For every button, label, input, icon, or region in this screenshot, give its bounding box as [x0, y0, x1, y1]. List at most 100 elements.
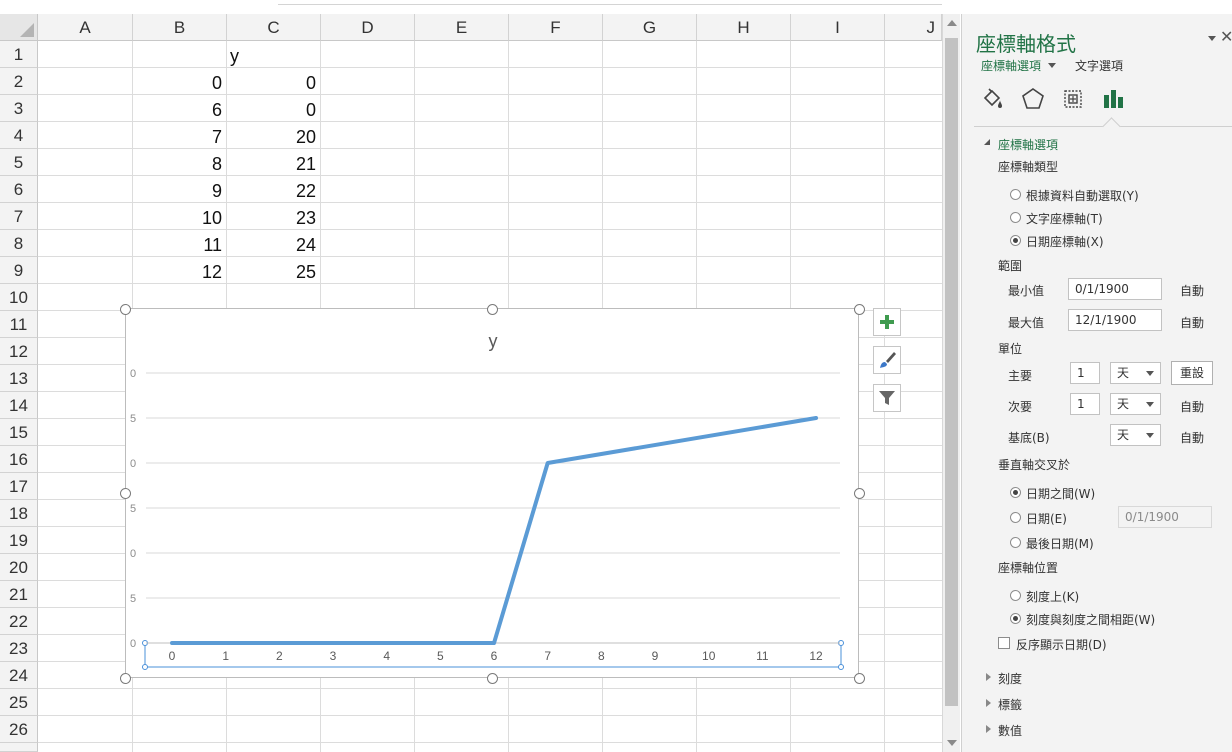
column-header-e[interactable]: E — [415, 14, 509, 41]
radio-auto-select[interactable] — [1010, 189, 1021, 200]
effects-tab[interactable] — [1020, 86, 1046, 112]
base-unit-dropdown[interactable]: 天 — [1110, 424, 1161, 446]
chart-resize-handle-tr[interactable] — [854, 304, 865, 315]
row-header-16[interactable]: 16 — [0, 446, 38, 473]
chart-resize-handle-ml[interactable] — [120, 488, 131, 499]
column-header-a[interactable]: A — [38, 14, 133, 41]
row-header-15[interactable]: 15 — [0, 419, 38, 446]
row-header-17[interactable]: 17 — [0, 473, 38, 500]
tab-axis-options[interactable]: 座標軸選項 — [981, 57, 1041, 74]
major-value-input[interactable]: 1 — [1070, 362, 1100, 384]
chart-resize-handle-tl[interactable] — [120, 304, 131, 315]
column-header-j[interactable]: J — [885, 14, 942, 41]
row-header-5[interactable]: 5 — [0, 149, 38, 176]
reverse-dates-checkbox[interactable] — [998, 637, 1010, 649]
crosses-between-label[interactable]: 日期之間(W) — [1026, 485, 1095, 502]
axis-type-auto-label[interactable]: 根據資料自動選取(Y) — [1026, 187, 1139, 204]
chart-filters-button[interactable] — [873, 384, 901, 412]
cell-c7[interactable]: 23 — [226, 204, 320, 231]
major-unit-dropdown[interactable]: 天 — [1110, 362, 1161, 384]
row-header-12[interactable]: 12 — [0, 338, 38, 365]
radio-max-date[interactable] — [1010, 537, 1021, 548]
column-header-f[interactable]: F — [509, 14, 603, 41]
cell-c4[interactable]: 20 — [226, 123, 320, 150]
max-value-input[interactable]: 12/1/1900 — [1068, 309, 1162, 331]
row-header-2[interactable]: 2 — [0, 68, 38, 95]
cell-b8[interactable]: 11 — [132, 231, 226, 258]
row-header-20[interactable]: 20 — [0, 554, 38, 581]
column-header-c[interactable]: C — [227, 14, 321, 41]
row-header-11[interactable]: 11 — [0, 311, 38, 338]
section-tick-marks[interactable]: 刻度 — [998, 670, 1022, 687]
row-header-13[interactable]: 13 — [0, 365, 38, 392]
row-header-26[interactable]: 26 — [0, 716, 38, 743]
vertical-scrollbar[interactable] — [942, 14, 960, 752]
chart-resize-handle-bl[interactable] — [120, 673, 131, 684]
size-properties-tab[interactable] — [1060, 86, 1086, 112]
row-header-3[interactable]: 3 — [0, 95, 38, 122]
select-all-button[interactable] — [0, 14, 38, 41]
axis-type-text-label[interactable]: 文字座標軸(T) — [1026, 210, 1103, 227]
pane-options-dropdown-icon[interactable] — [1208, 36, 1216, 41]
row-header-4[interactable]: 4 — [0, 122, 38, 149]
minor-value-input[interactable]: 1 — [1070, 393, 1100, 415]
expand-arrow-icon[interactable] — [986, 673, 991, 681]
crosses-date-input[interactable]: 0/1/1900 — [1118, 506, 1212, 528]
row-header-23[interactable]: 23 — [0, 635, 38, 662]
radio-at-date[interactable] — [1010, 512, 1021, 523]
row-header-6[interactable]: 6 — [0, 176, 38, 203]
cell-b6[interactable]: 9 — [132, 177, 226, 204]
row-header-8[interactable]: 8 — [0, 230, 38, 257]
minor-unit-dropdown[interactable]: 天 — [1110, 393, 1161, 415]
row-header-1[interactable]: 1 — [0, 41, 38, 68]
cell-b2[interactable]: 0 — [132, 69, 226, 96]
axis-type-date-label[interactable]: 日期座標軸(X) — [1026, 233, 1104, 250]
section-number[interactable]: 數值 — [998, 722, 1022, 739]
cell-c2[interactable]: 0 — [226, 69, 320, 96]
chart-styles-button[interactable] — [873, 346, 901, 374]
cell-b3[interactable]: 6 — [132, 96, 226, 123]
radio-on-tick[interactable] — [1010, 590, 1021, 601]
radio-text-axis[interactable] — [1010, 212, 1021, 223]
chevron-down-icon[interactable] — [1048, 63, 1056, 68]
base-auto-label[interactable]: 自動 — [1180, 429, 1204, 446]
cell-c1[interactable]: y — [226, 42, 320, 69]
fill-line-tab[interactable] — [980, 86, 1006, 112]
cell-c6[interactable]: 22 — [226, 177, 320, 204]
min-auto-label[interactable]: 自動 — [1180, 282, 1204, 299]
cell-b9[interactable]: 12 — [132, 258, 226, 285]
column-header-g[interactable]: G — [603, 14, 697, 41]
chart-elements-button[interactable] — [873, 308, 901, 336]
column-header-b[interactable]: B — [133, 14, 227, 41]
axis-options-tab[interactable] — [1100, 86, 1126, 112]
crosses-max-label[interactable]: 最後日期(M) — [1026, 535, 1094, 552]
row-header-24[interactable]: 24 — [0, 662, 38, 689]
cell-b4[interactable]: 7 — [132, 123, 226, 150]
chart-resize-handle-bc[interactable] — [487, 673, 498, 684]
row-header-9[interactable]: 9 — [0, 257, 38, 284]
minor-auto-label[interactable]: 自動 — [1180, 398, 1204, 415]
expand-triangle-icon[interactable] — [984, 139, 990, 145]
cell-c3[interactable]: 0 — [226, 96, 320, 123]
column-header-i[interactable]: I — [791, 14, 885, 41]
column-header-d[interactable]: D — [321, 14, 415, 41]
column-header-h[interactable]: H — [697, 14, 791, 41]
cell-c9[interactable]: 25 — [226, 258, 320, 285]
scroll-down-arrow-icon[interactable] — [947, 740, 957, 746]
row-header-21[interactable]: 21 — [0, 581, 38, 608]
cell-b7[interactable]: 10 — [132, 204, 226, 231]
reset-button[interactable]: 重設 — [1171, 361, 1213, 385]
max-auto-label[interactable]: 自動 — [1180, 314, 1204, 331]
row-header-18[interactable]: 18 — [0, 500, 38, 527]
expand-arrow-icon[interactable] — [986, 725, 991, 733]
reverse-dates-label[interactable]: 反序顯示日期(D) — [1016, 636, 1107, 653]
section-labels[interactable]: 標籤 — [998, 696, 1022, 713]
row-header-25[interactable]: 25 — [0, 689, 38, 716]
worksheet[interactable]: A B C D E F G H I J 1 2 3 4 5 6 7 8 9 10… — [0, 0, 942, 752]
cell-b5[interactable]: 8 — [132, 150, 226, 177]
chart-resize-handle-tc[interactable] — [487, 304, 498, 315]
line-chart[interactable]: y 0 5 0 5 0 5 0 0 1 2 3 4 5 6 7 8 9 10 11 12 — [125, 308, 859, 678]
scrollbar-thumb[interactable] — [945, 38, 958, 706]
row-header-27[interactable] — [0, 743, 38, 752]
row-header-22[interactable]: 22 — [0, 608, 38, 635]
